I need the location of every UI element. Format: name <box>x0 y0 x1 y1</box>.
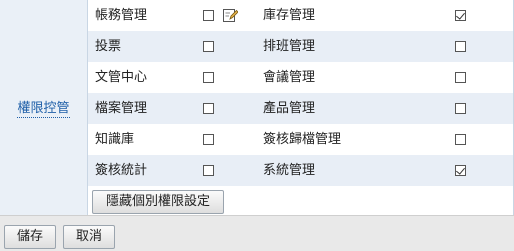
permission-checkbox[interactable] <box>203 165 214 176</box>
permission-name: 產品管理 <box>263 101 316 116</box>
permission-name: 檔案管理 <box>95 101 148 116</box>
permission-checkbox[interactable] <box>203 134 214 145</box>
permission-row: 檔案管理 產品管理 <box>88 93 513 124</box>
footer-toolbar: 儲存 取消 <box>0 215 514 251</box>
permission-checkbox[interactable] <box>203 103 214 114</box>
permission-checkbox[interactable] <box>203 10 214 21</box>
permission-name: 簽核歸檔管理 <box>263 132 342 147</box>
permission-name: 會議管理 <box>263 70 316 85</box>
permission-checkbox[interactable] <box>455 10 466 21</box>
save-button[interactable]: 儲存 <box>4 225 56 249</box>
permission-checkbox[interactable] <box>455 134 466 145</box>
permission-name: 排班管理 <box>263 39 316 54</box>
permission-name: 文管中心 <box>95 70 148 85</box>
permission-checkbox[interactable] <box>455 72 466 83</box>
cancel-button[interactable]: 取消 <box>63 225 115 249</box>
permission-checkbox[interactable] <box>455 41 466 52</box>
permission-row: 簽核統計 系統管理 <box>88 155 513 186</box>
permission-checkbox[interactable] <box>455 165 466 176</box>
section-label[interactable]: 權限控管 <box>17 97 70 118</box>
permission-name: 帳務管理 <box>95 8 148 23</box>
permission-name: 投票 <box>95 39 122 54</box>
edit-pencil-icon[interactable] <box>222 7 238 23</box>
permission-grid: 帳務管理 庫存管理 投票 排班管理 文管中心 會議管理 檔案管理 產品管理 知識… <box>88 0 513 186</box>
permission-checkbox[interactable] <box>455 103 466 114</box>
permission-name: 簽核統計 <box>95 163 148 178</box>
section-label-cell: 權限控管 <box>0 0 88 215</box>
permission-name: 系統管理 <box>263 163 316 178</box>
permission-checkbox[interactable] <box>203 41 214 52</box>
permission-row: 投票 排班管理 <box>88 31 513 62</box>
hide-individual-permissions-button[interactable]: 隱藏個別權限設定 <box>92 190 224 214</box>
permission-checkbox[interactable] <box>203 72 214 83</box>
permission-name: 知識庫 <box>95 132 135 147</box>
permission-row: 帳務管理 庫存管理 <box>88 0 513 31</box>
permission-row: 知識庫 簽核歸檔管理 <box>88 124 513 155</box>
permission-name: 庫存管理 <box>263 8 316 23</box>
permission-row: 文管中心 會議管理 <box>88 62 513 93</box>
